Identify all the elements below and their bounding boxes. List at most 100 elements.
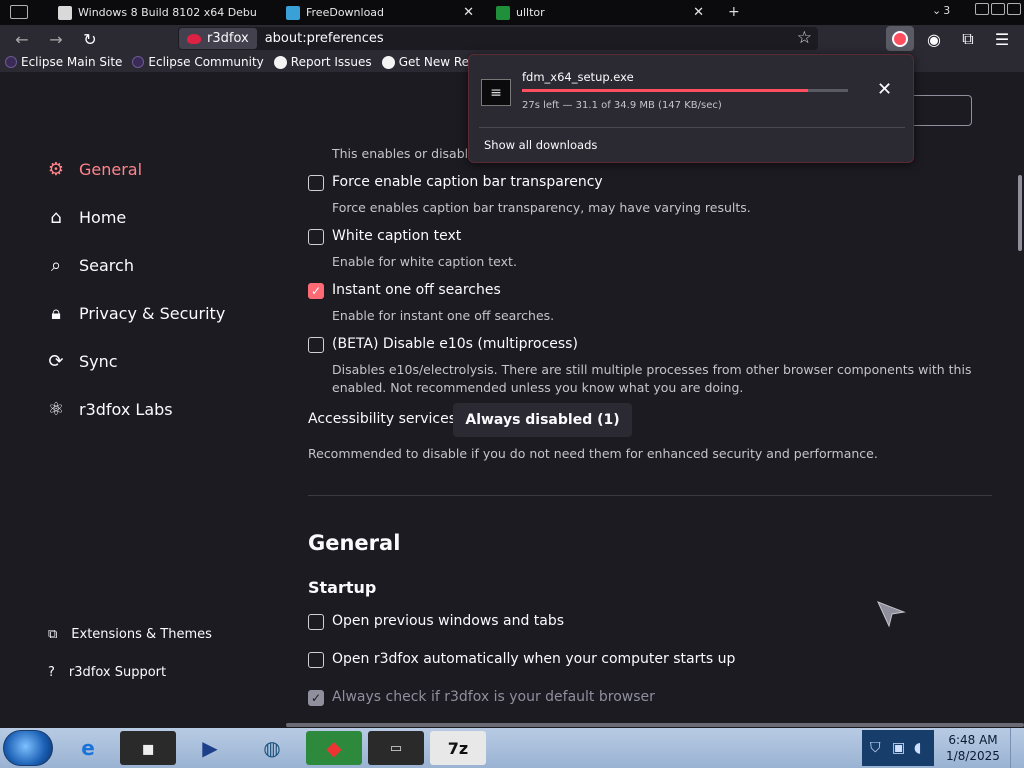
forward-button[interactable]: → [46,29,66,49]
download-manager-icon[interactable]: ▭ [368,731,424,765]
extensions-icon[interactable]: ⧉ [958,29,978,49]
sidebar-item-home[interactable]: ⌂ Home [45,206,126,228]
file-icon: ≡ [481,79,511,106]
white-caption-checkbox[interactable] [308,229,324,245]
accessibility-dropdown[interactable]: Always disabled (1) [453,403,632,437]
instant-searches-checkbox[interactable]: ✓ [308,283,324,299]
tab-close-icon[interactable]: ✕ [463,5,474,20]
reload-button[interactable]: ↻ [80,29,100,49]
bookmark-eclipse-community[interactable]: Eclipse Community [127,55,268,69]
open-on-startup-checkbox[interactable] [308,652,324,668]
system-tray: ⛉ ▣ ◖ [862,730,934,766]
cancel-download-icon[interactable]: ✕ [877,79,892,100]
option-label: Force enable caption bar transparency [332,174,603,190]
sidebar-extensions-themes[interactable]: ⧉ Extensions & Themes [48,627,212,642]
option-label: White caption text [332,228,462,244]
section-divider [308,495,992,496]
tab-label: Windows 8 Build 8102 x64 Debu [78,6,257,19]
identity-box[interactable]: r3dfox [179,28,257,49]
puzzle-icon: ⧉ [48,627,58,642]
bookmark-eclipse-main[interactable]: Eclipse Main Site [0,55,127,69]
cursor-icon [877,601,906,628]
start-button[interactable] [3,730,53,766]
bookmark-star-icon[interactable]: ☆ [797,28,812,48]
sidebar-footer-label: Extensions & Themes [71,627,212,642]
tab-windows8[interactable]: Windows 8 Build 8102 x64 Debu [52,0,272,25]
accessibility-description: Recommended to disable if you do not nee… [308,446,878,461]
menu-icon[interactable]: ☰ [992,29,1012,49]
tab-overflow-button[interactable]: ⌄ 3 [932,4,950,17]
media-player-icon[interactable]: ▶ [182,731,238,765]
internet-explorer-icon[interactable]: e [60,731,116,765]
url-text[interactable]: about:preferences [265,31,384,46]
partial-description: This enables or disables [332,146,483,161]
downloads-button[interactable] [886,26,914,51]
taskbar-clock[interactable]: 6:48 AM 1/8/2025 [938,732,1008,764]
eclipse-icon [132,56,145,68]
accessibility-label: Accessibility services [308,411,457,427]
sidebar-item-sync[interactable]: ⟳ Sync [45,350,117,372]
download-progress-bar [522,89,848,92]
network-icon[interactable]: ▣ [892,740,905,756]
labs-icon: ⚛ [47,398,65,420]
sidebar-item-label: r3dfox Labs [79,399,173,419]
option-description: Force enables caption bar transparency, … [332,200,751,215]
7zip-icon[interactable]: 7z [430,731,486,765]
bookmark-label: Report Issues [290,55,372,69]
sidebar-item-label: General [79,159,143,179]
sidebar-item-privacy[interactable]: 🔒︎ Privacy & Security [45,302,225,324]
download-filename[interactable]: fdm_x64_setup.exe [522,70,634,84]
tab-torrent[interactable]: ulltor ✕ [490,0,710,25]
show-desktop-button[interactable] [1010,728,1024,768]
vertical-scrollbar[interactable] [1018,175,1022,251]
volume-icon[interactable]: ◖ [914,740,921,756]
tab-strip: Windows 8 Build 8102 x64 Debu FreeDownlo… [0,0,1024,25]
tab-freedownload[interactable]: FreeDownload ✕ [280,0,480,25]
sidebar-item-general[interactable]: ⚙ General [45,158,142,180]
back-button[interactable]: ← [12,29,32,49]
tab-list-icon[interactable] [10,5,28,19]
github-icon [273,55,287,69]
open-previous-windows-checkbox[interactable] [308,614,324,630]
terminal-icon[interactable]: ▪ [120,731,176,765]
sidebar-item-labs[interactable]: ⚛ r3dfox Labs [45,398,173,420]
gear-icon: ⚙ [47,158,65,180]
home-icon: ⌂ [50,206,62,228]
option-label: Instant one off searches [332,282,501,298]
checkmark-icon: ✓ [310,284,322,298]
sidebar-footer-label: r3dfox Support [68,665,167,680]
horizontal-scrollbar[interactable] [286,723,1024,727]
nav-bar: ← → ↻ r3dfox about:preferences ☆ ◉ ⧉ ☰ [0,25,1024,52]
chevron-down-icon: ⌄ [932,4,942,17]
option-label: (BETA) Disable e10s (multiprocess) [332,336,578,352]
show-all-downloads-button[interactable]: Show all downloads [484,138,597,152]
r3dfox-taskbar-icon[interactable]: ◆ [306,731,362,765]
new-tab-icon[interactable]: + [728,4,740,20]
url-bar[interactable]: r3dfox about:preferences ☆ [178,27,818,50]
tab-close-icon[interactable]: ✕ [693,5,704,20]
option-label: Open previous windows and tabs [332,613,565,629]
minimize-button[interactable] [975,3,989,15]
sidebar-item-search[interactable]: ⌕ Search [45,254,134,276]
maximize-button[interactable] [991,3,1005,15]
clock-time: 6:48 AM [948,733,998,747]
lock-icon: 🔒︎ [51,302,61,324]
caption-transparency-checkbox[interactable] [308,175,324,191]
bookmark-report-issues[interactable]: Report Issues [269,55,377,69]
tab-favicon-icon [286,5,300,20]
sidebar-item-label: Home [79,207,127,227]
close-window-button[interactable] [1007,3,1021,15]
eclipse-icon [5,56,17,68]
globe-icon[interactable]: ◍ [244,731,300,765]
window-count: 3 [943,4,951,17]
bookmark-label: Eclipse Community [148,55,264,69]
disable-e10s-checkbox[interactable] [308,337,324,353]
account-icon[interactable]: ◉ [924,29,944,49]
identity-label: r3dfox [207,31,249,46]
checkmark-icon: ✓ [310,691,322,705]
sidebar-support[interactable]: ? r3dfox Support [48,665,166,680]
tab-favicon-icon [496,5,510,20]
download-progress-fill [522,89,808,92]
shield-icon[interactable]: ⛉ [870,740,881,756]
downloads-panel: ≡ fdm_x64_setup.exe 27s left — 31.1 of 3… [468,54,914,163]
